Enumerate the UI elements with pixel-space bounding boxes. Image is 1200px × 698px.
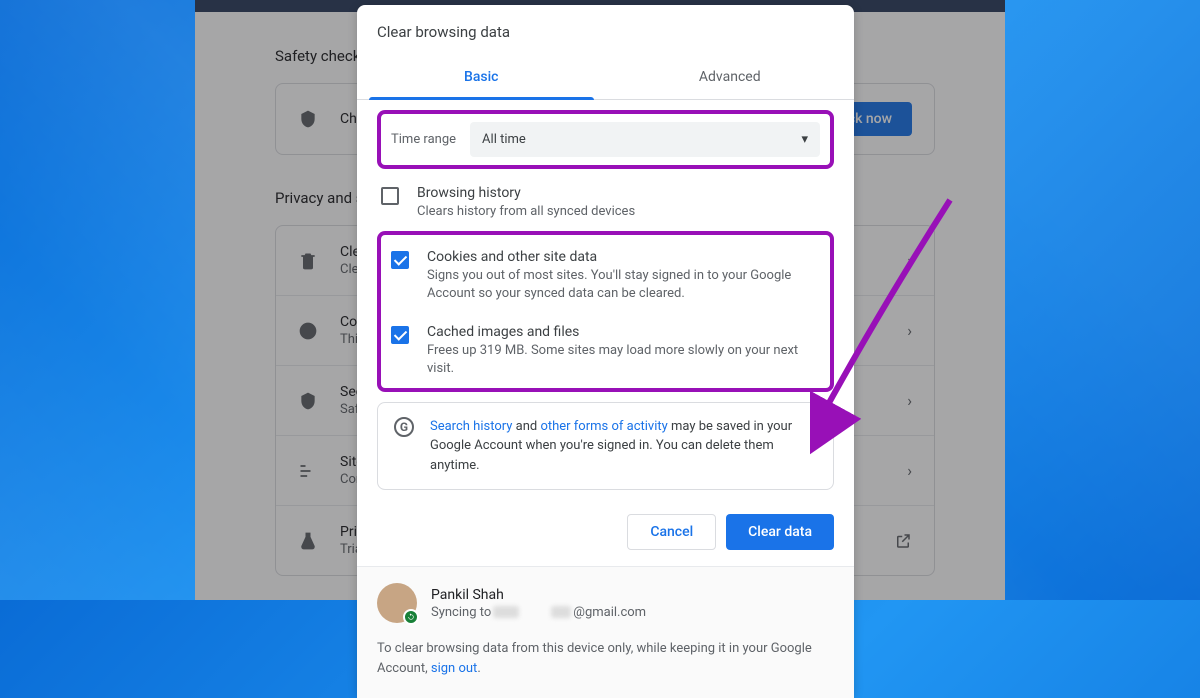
footer-note: To clear browsing data from this device … <box>377 639 834 678</box>
checkbox-cookies[interactable]: Cookies and other site data Signs you ou… <box>387 239 824 313</box>
highlight-cookies-cache: Cookies and other site data Signs you ou… <box>377 231 834 392</box>
time-range-select[interactable]: All time ▾ <box>470 122 820 157</box>
checkbox-browsing-history[interactable]: Browsing history Clears history from all… <box>377 175 834 231</box>
avatar <box>377 583 417 623</box>
tab-advanced[interactable]: Advanced <box>606 55 855 99</box>
highlight-time-range: Time range All time ▾ <box>377 110 834 169</box>
user-account-row: Pankil Shah Syncing to @gmail.com <box>377 583 834 623</box>
checkbox-cached[interactable]: Cached images and files Frees up 319 MB.… <box>387 314 824 384</box>
user-name: Pankil Shah <box>431 587 646 603</box>
search-history-link[interactable]: Search history <box>430 419 512 434</box>
user-email: Syncing to @gmail.com <box>431 605 646 620</box>
cancel-button[interactable]: Cancel <box>627 514 716 550</box>
time-range-value: All time <box>482 132 526 147</box>
tab-basic[interactable]: Basic <box>357 55 606 99</box>
dialog-tabs: Basic Advanced <box>357 55 854 100</box>
other-activity-link[interactable]: other forms of activity <box>540 419 667 434</box>
clear-data-button[interactable]: Clear data <box>726 514 834 550</box>
checkbox-checked-icon[interactable] <box>391 251 409 269</box>
sync-badge-icon <box>403 609 419 625</box>
google-account-info: G Search history and other forms of acti… <box>377 402 834 491</box>
dialog-title: Clear browsing data <box>357 5 854 55</box>
checkbox-checked-icon[interactable] <box>391 326 409 344</box>
clear-browsing-data-dialog: Clear browsing data Basic Advanced Time … <box>357 5 854 698</box>
checkbox-icon[interactable] <box>381 187 399 205</box>
chevron-down-icon: ▾ <box>801 132 808 147</box>
sign-out-link[interactable]: sign out <box>431 661 477 676</box>
google-icon: G <box>394 417 414 437</box>
time-range-label: Time range <box>391 132 456 147</box>
